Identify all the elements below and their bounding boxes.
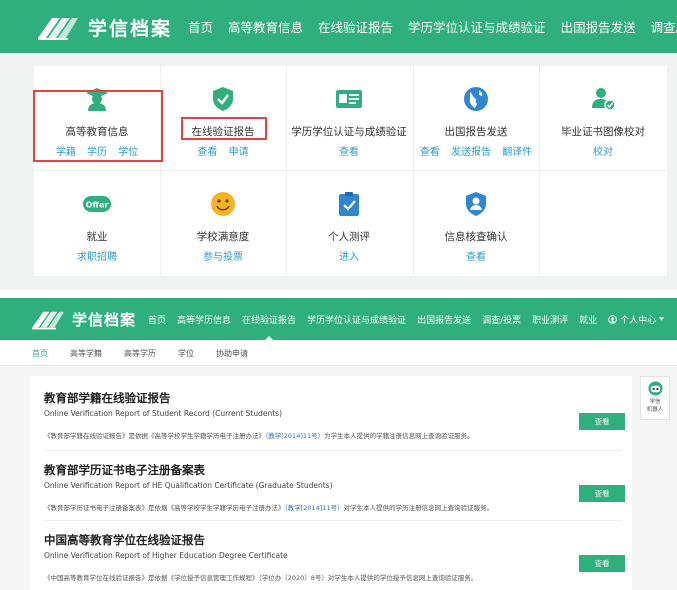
user-center-menu[interactable]: 个人中心 <box>608 313 665 326</box>
offer-icon: Offer <box>83 196 111 212</box>
nav-career-test[interactable]: 职业测评 <box>532 313 568 326</box>
top-screenshot-panel: 学信档案 首页 高等教育信息 在线验证报告 学历学位认证与成绩验证 出国报告发送… <box>0 0 677 290</box>
link-enter[interactable]: 进入 <box>339 252 359 263</box>
tile-employment[interactable]: Offer 就业 求职招聘 <box>34 171 160 275</box>
divider <box>44 520 622 521</box>
nav-survey[interactable]: 调查/投票 <box>482 313 521 326</box>
report-english-title: Online Verification Report of HE Qualifi… <box>44 481 333 490</box>
nav-employment[interactable]: 就业 <box>579 313 597 326</box>
top-nav-verification[interactable]: 学历学位认证与成绩验证 <box>408 17 546 36</box>
report-item-academic-certificate: 教育部学历证书电子注册备案表 Online Verification Repor… <box>44 462 625 532</box>
nav-home[interactable]: 首页 <box>148 313 166 326</box>
book-logo-icon <box>38 18 78 40</box>
tile-title: 出国报告发送 <box>444 126 508 138</box>
highlight-box-higher-ed <box>33 90 163 162</box>
sub-navbar: 首页 高等学籍 高等学历 学位 协助申请 <box>0 340 677 366</box>
user-center-label: 个人中心 <box>620 315 657 326</box>
main-nav-menu: 首页 高等学历信息 在线验证报告 学历学位认证与成绩验证 出国报告发送 调查/投… <box>148 298 675 341</box>
report-description: 《中国高等教育学位在线验证报告》是依据《学位授予信息管理工作规程》（学位办〔20… <box>44 574 478 582</box>
report-description: 《教育部学籍在线验证报告》是依据《高等学校学生学籍学历电子注册办法》（教学[20… <box>44 432 474 440</box>
view-button[interactable]: 查看 <box>579 555 625 572</box>
user-shield-icon <box>466 192 486 216</box>
user-check-icon <box>592 88 616 111</box>
highlight-box-online-report <box>181 117 267 140</box>
link-job-search[interactable]: 求职招聘 <box>77 252 117 263</box>
main-navbar: 学信档案 首页 高等学历信息 在线验证报告 学历学位认证与成绩验证 出国报告发送… <box>0 298 677 341</box>
link-apply[interactable]: 申请 <box>229 147 249 158</box>
svg-text:Offer: Offer <box>86 201 109 210</box>
link-send-report[interactable]: 发送报告 <box>451 147 491 158</box>
nav-online-report[interactable]: 在线验证报告 <box>242 313 296 341</box>
report-title: 教育部学历证书电子注册备案表 <box>44 463 205 477</box>
link-view[interactable]: 查看 <box>466 252 486 263</box>
clipboard-check-icon <box>339 192 359 216</box>
tile-certificate-proofread[interactable]: 毕业证书图像校对 校对 <box>539 66 667 170</box>
top-nav-survey[interactable]: 调查/投票 <box>651 17 677 36</box>
subnav-student-record[interactable]: 高等学籍 <box>70 348 102 359</box>
link-view[interactable]: 查看 <box>339 147 359 158</box>
brand-name: 学信档案 <box>72 310 137 329</box>
nav-verification[interactable]: 学历学位认证与成绩验证 <box>307 313 406 326</box>
tile-overseas-report[interactable]: 出国报告发送 查看 发送报告 翻译件 <box>413 66 539 170</box>
top-nav-menu: 首页 高等教育信息 在线验证报告 学历学位认证与成绩验证 出国报告发送 调查/投… <box>188 0 677 53</box>
nav-overseas-report[interactable]: 出国报告发送 <box>417 313 471 326</box>
report-item-degree: 中国高等教育学位在线验证报告 Online Verification Repor… <box>44 532 625 590</box>
tile-title: 学校满意度 <box>196 231 250 243</box>
tile-info-confirmation[interactable]: 信息核查确认 查看 <box>413 171 539 275</box>
smiley-icon <box>211 192 235 216</box>
divider <box>44 450 622 451</box>
robot-icon <box>648 381 663 396</box>
link-view[interactable]: 查看 <box>197 147 217 158</box>
tile-title: 信息核查确认 <box>444 231 508 243</box>
assistant-robot-button[interactable]: 学信 机器人 <box>640 376 670 420</box>
brand-logo[interactable]: 学信档案 <box>30 307 136 331</box>
certificate-card-icon <box>336 90 362 108</box>
top-nav-online-report[interactable]: 在线验证报告 <box>318 17 393 36</box>
view-button[interactable]: 查看 <box>579 413 625 430</box>
report-description: 《教育部学历证书电子注册备案表》是依据《高等学校学生学籍学历电子注册办法》（教学… <box>44 504 494 512</box>
report-english-title: Online Verification Report of Student Re… <box>44 409 283 418</box>
link-proofread[interactable]: 校对 <box>593 147 613 158</box>
tile-title: 个人测评 <box>328 231 370 243</box>
tile-verification[interactable]: 学历学位认证与成绩验证 查看 <box>286 66 412 170</box>
link-translation[interactable]: 翻译件 <box>502 147 532 158</box>
top-nav-overseas-report[interactable]: 出国报告发送 <box>561 17 636 36</box>
link-view[interactable]: 查看 <box>420 147 440 158</box>
subnav-assist-apply[interactable]: 协助申请 <box>216 348 248 359</box>
tile-title: 就业 <box>86 231 108 243</box>
brand-name: 学信档案 <box>88 17 173 40</box>
link-vote[interactable]: 参与投票 <box>203 252 243 263</box>
tile-school-satisfaction[interactable]: 学校满意度 参与投票 <box>160 171 286 275</box>
panel-gap <box>0 290 677 298</box>
book-logo-icon <box>32 311 64 330</box>
report-title: 教育部学籍在线验证报告 <box>44 391 171 405</box>
tile-title: 毕业证书图像校对 <box>561 126 645 138</box>
view-button[interactable]: 查看 <box>579 485 625 502</box>
subnav-academic-record[interactable]: 高等学历 <box>124 348 156 359</box>
tile-title: 学历学位认证与成绩验证 <box>291 126 407 138</box>
report-list-card: 教育部学籍在线验证报告 Online Verification Report o… <box>30 376 632 590</box>
report-english-title: Online Verification Report of Higher Edu… <box>44 551 288 560</box>
nav-higher-ed-records[interactable]: 高等学历信息 <box>177 313 231 326</box>
top-nav-home[interactable]: 首页 <box>188 17 213 36</box>
user-circle-icon <box>608 314 617 324</box>
top-nav-higher-ed-info[interactable]: 高等教育信息 <box>228 17 303 36</box>
globe-icon <box>464 87 488 111</box>
report-title: 中国高等教育学位在线验证报告 <box>44 533 205 547</box>
top-navbar: 学信档案 首页 高等教育信息 在线验证报告 学历学位认证与成绩验证 出国报告发送… <box>0 0 677 53</box>
shield-check-icon <box>213 87 233 111</box>
subnav-home[interactable]: 首页 <box>32 348 48 359</box>
tile-personal-assessment[interactable]: 个人测评 进入 <box>286 171 412 275</box>
caret-down-icon <box>659 317 665 321</box>
subnav-degree[interactable]: 学位 <box>178 348 194 359</box>
brand-logo[interactable]: 学信档案 <box>36 12 172 42</box>
robot-label: 学信 机器人 <box>646 399 664 413</box>
